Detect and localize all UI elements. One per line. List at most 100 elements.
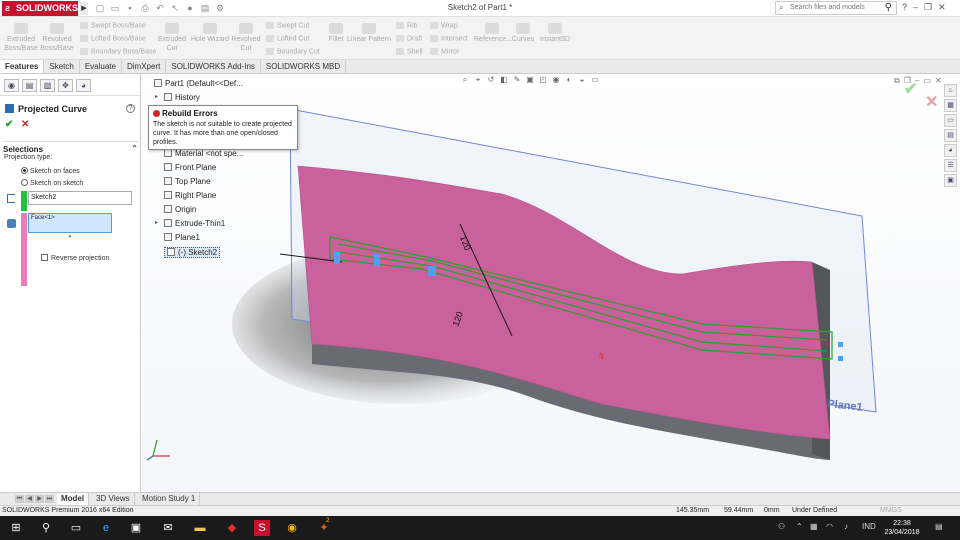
extruded-boss-button[interactable]: Extruded Boss/Base (4, 23, 38, 53)
close-icon[interactable]: ✕ (938, 2, 946, 13)
shell-button[interactable]: Shell (396, 48, 423, 55)
view-palette-icon[interactable]: ▤ (944, 129, 957, 142)
ok-button[interactable]: ✔ (5, 119, 13, 130)
language-indicator[interactable]: IND (862, 522, 876, 531)
collapse-icon[interactable]: ⌃ (131, 144, 138, 153)
section-view-icon[interactable]: ◧ (499, 75, 509, 84)
swept-boss-button[interactable]: Swept Boss/Base (80, 22, 146, 29)
boundary-cut-button[interactable]: Boundary Cut (266, 48, 320, 55)
system-clock[interactable]: 22:38 23/04/2018 (880, 519, 924, 537)
split-view-icon[interactable]: ⧉ (894, 76, 900, 86)
radio-sketch-on-faces[interactable]: Sketch on faces (21, 167, 80, 175)
mirror-button[interactable]: Mirror (430, 48, 459, 55)
tree-item-material[interactable]: Material <not spe... (164, 149, 243, 158)
tab-motion-study[interactable]: Motion Study 1 (138, 493, 201, 505)
file-explorer-icon[interactable]: ▭ (944, 114, 957, 127)
home-icon[interactable]: ⌂ (944, 84, 957, 97)
tree-item-part[interactable]: Part1 (Default<<Def... (154, 79, 243, 88)
resize-handle[interactable]: ● (68, 234, 72, 240)
tab-features[interactable]: Features (0, 60, 45, 73)
forum-icon[interactable]: ▣ (944, 174, 957, 187)
curves-button[interactable]: Curves (510, 23, 536, 44)
revolved-boss-button[interactable]: Revolved Boss/Base (40, 23, 74, 53)
display-manager-icon[interactable]: ◕ (76, 79, 91, 92)
dimxpert-manager-icon[interactable]: ✥ (58, 79, 73, 92)
save-icon[interactable]: ▪ (124, 2, 136, 14)
reverse-projection-checkbox[interactable]: Reverse projection (41, 254, 109, 262)
rib-button[interactable]: Rib (396, 22, 418, 29)
wifi-icon[interactable]: ◠ (826, 522, 833, 531)
options-gear-icon[interactable]: ⚙ (214, 2, 226, 14)
search-icon[interactable]: ⚲ (38, 520, 54, 536)
first-tab-icon[interactable]: ⏮ (15, 495, 24, 503)
revolved-cut-button[interactable]: Revolved Cut (230, 23, 262, 53)
edge-browser-icon[interactable]: e (98, 520, 114, 536)
rebuild-icon[interactable]: ● (184, 2, 196, 14)
tree-item-history[interactable]: ▸ History (155, 93, 200, 102)
instant3d-button[interactable]: Instant3D (538, 23, 572, 44)
confirmation-ok-icon[interactable]: ✔ (904, 79, 917, 99)
graduation-app-icon[interactable]: ◆ (224, 520, 240, 536)
appearances-icon[interactable]: ◕ (944, 144, 957, 157)
tree-item-right-plane[interactable]: Right Plane (164, 191, 216, 200)
chrome-icon[interactable]: ◉ (284, 520, 300, 536)
tree-item-top-plane[interactable]: Top Plane (164, 177, 211, 186)
last-tab-icon[interactable]: ⏭ (45, 495, 54, 503)
cancel-button[interactable]: ✕ (21, 119, 29, 130)
tree-item-sketch2[interactable]: (-) Sketch2 (164, 247, 221, 258)
tab-model[interactable]: Model (57, 493, 90, 505)
sketch-selection-field[interactable]: Sketch2 (28, 191, 132, 205)
menu-expand-arrow[interactable]: ▶ (80, 2, 88, 15)
search-input[interactable]: ⌕ Search files and models ⚲ (775, 1, 897, 15)
next-tab-icon[interactable]: ▶ (35, 495, 44, 503)
draft-button[interactable]: Draft (396, 35, 422, 42)
tab-mbd[interactable]: SOLIDWORKS MBD (261, 60, 347, 73)
tree-item-front-plane[interactable]: Front Plane (164, 163, 216, 172)
zoom-to-fit-icon[interactable]: ⌕ (460, 75, 470, 84)
display-style-icon[interactable]: ◰ (538, 75, 548, 84)
lofted-cut-button[interactable]: Lofted Cut (266, 35, 309, 42)
wrap-button[interactable]: Wrap (430, 22, 458, 29)
doc-close-icon[interactable]: ✕ (935, 76, 942, 86)
tab-evaluate[interactable]: Evaluate (80, 60, 122, 73)
property-manager-icon[interactable]: ▤ (22, 79, 37, 92)
task-view-icon[interactable]: ▭ (68, 520, 84, 536)
confirmation-cancel-icon[interactable]: ✕ (925, 92, 938, 112)
store-icon[interactable]: ▣ (128, 520, 144, 536)
volume-icon[interactable]: ♪ (844, 522, 848, 531)
minimize-icon[interactable]: – (913, 2, 918, 13)
tray-arrow-icon[interactable]: ⌃ (796, 522, 803, 531)
tab-3d-views[interactable]: 3D Views (92, 493, 135, 505)
file-explorer-icon[interactable]: ▬ (192, 520, 208, 536)
boundary-boss-button[interactable]: Boundary Boss/Base (80, 48, 156, 55)
swept-cut-button[interactable]: Swept Cut (266, 22, 309, 29)
linear-pattern-button[interactable]: Linear Pattern (346, 23, 392, 44)
action-center-icon[interactable]: ▤ (935, 522, 943, 531)
print-icon[interactable]: ⎙ (139, 2, 151, 14)
restore-icon[interactable]: ❐ (924, 2, 932, 13)
help-icon[interactable]: ? (126, 104, 135, 113)
hole-wizard-button[interactable]: Hole Wizard (189, 23, 231, 44)
configuration-manager-icon[interactable]: ▧ (40, 79, 55, 92)
apply-scene-icon[interactable]: ◒ (577, 75, 587, 84)
network-icon[interactable]: ▦ (810, 522, 818, 531)
edit-appearance-icon[interactable]: ◐ (564, 75, 574, 84)
tree-item-origin[interactable]: Origin (164, 205, 196, 214)
help-icon[interactable]: ? (902, 2, 907, 13)
fillet-button[interactable]: Fillet (324, 23, 348, 44)
view-settings-icon[interactable]: ▭ (590, 75, 600, 84)
prev-tab-icon[interactable]: ◀ (25, 495, 34, 503)
new-document-icon[interactable]: ▢ (94, 2, 106, 14)
windows-start-icon[interactable]: ⊞ (8, 520, 24, 536)
custom-properties-icon[interactable]: ☰ (944, 159, 957, 172)
mail-icon[interactable]: ✉ (160, 520, 176, 536)
feature-manager-icon[interactable]: ◉ (4, 79, 19, 92)
zoom-area-icon[interactable]: ⌖ (473, 75, 483, 84)
search-icon[interactable]: ⚲ (885, 2, 892, 14)
solidworks-launcher-icon[interactable]: ✦ (316, 520, 332, 536)
radio-sketch-on-sketch[interactable]: Sketch on sketch (21, 179, 83, 187)
select-icon[interactable]: ↖ (169, 2, 181, 14)
face-selection-field[interactable]: Face<1> (28, 213, 112, 233)
view-orientation-icon[interactable]: ▣ (525, 75, 535, 84)
tab-dimxpert[interactable]: DimXpert (122, 60, 167, 73)
